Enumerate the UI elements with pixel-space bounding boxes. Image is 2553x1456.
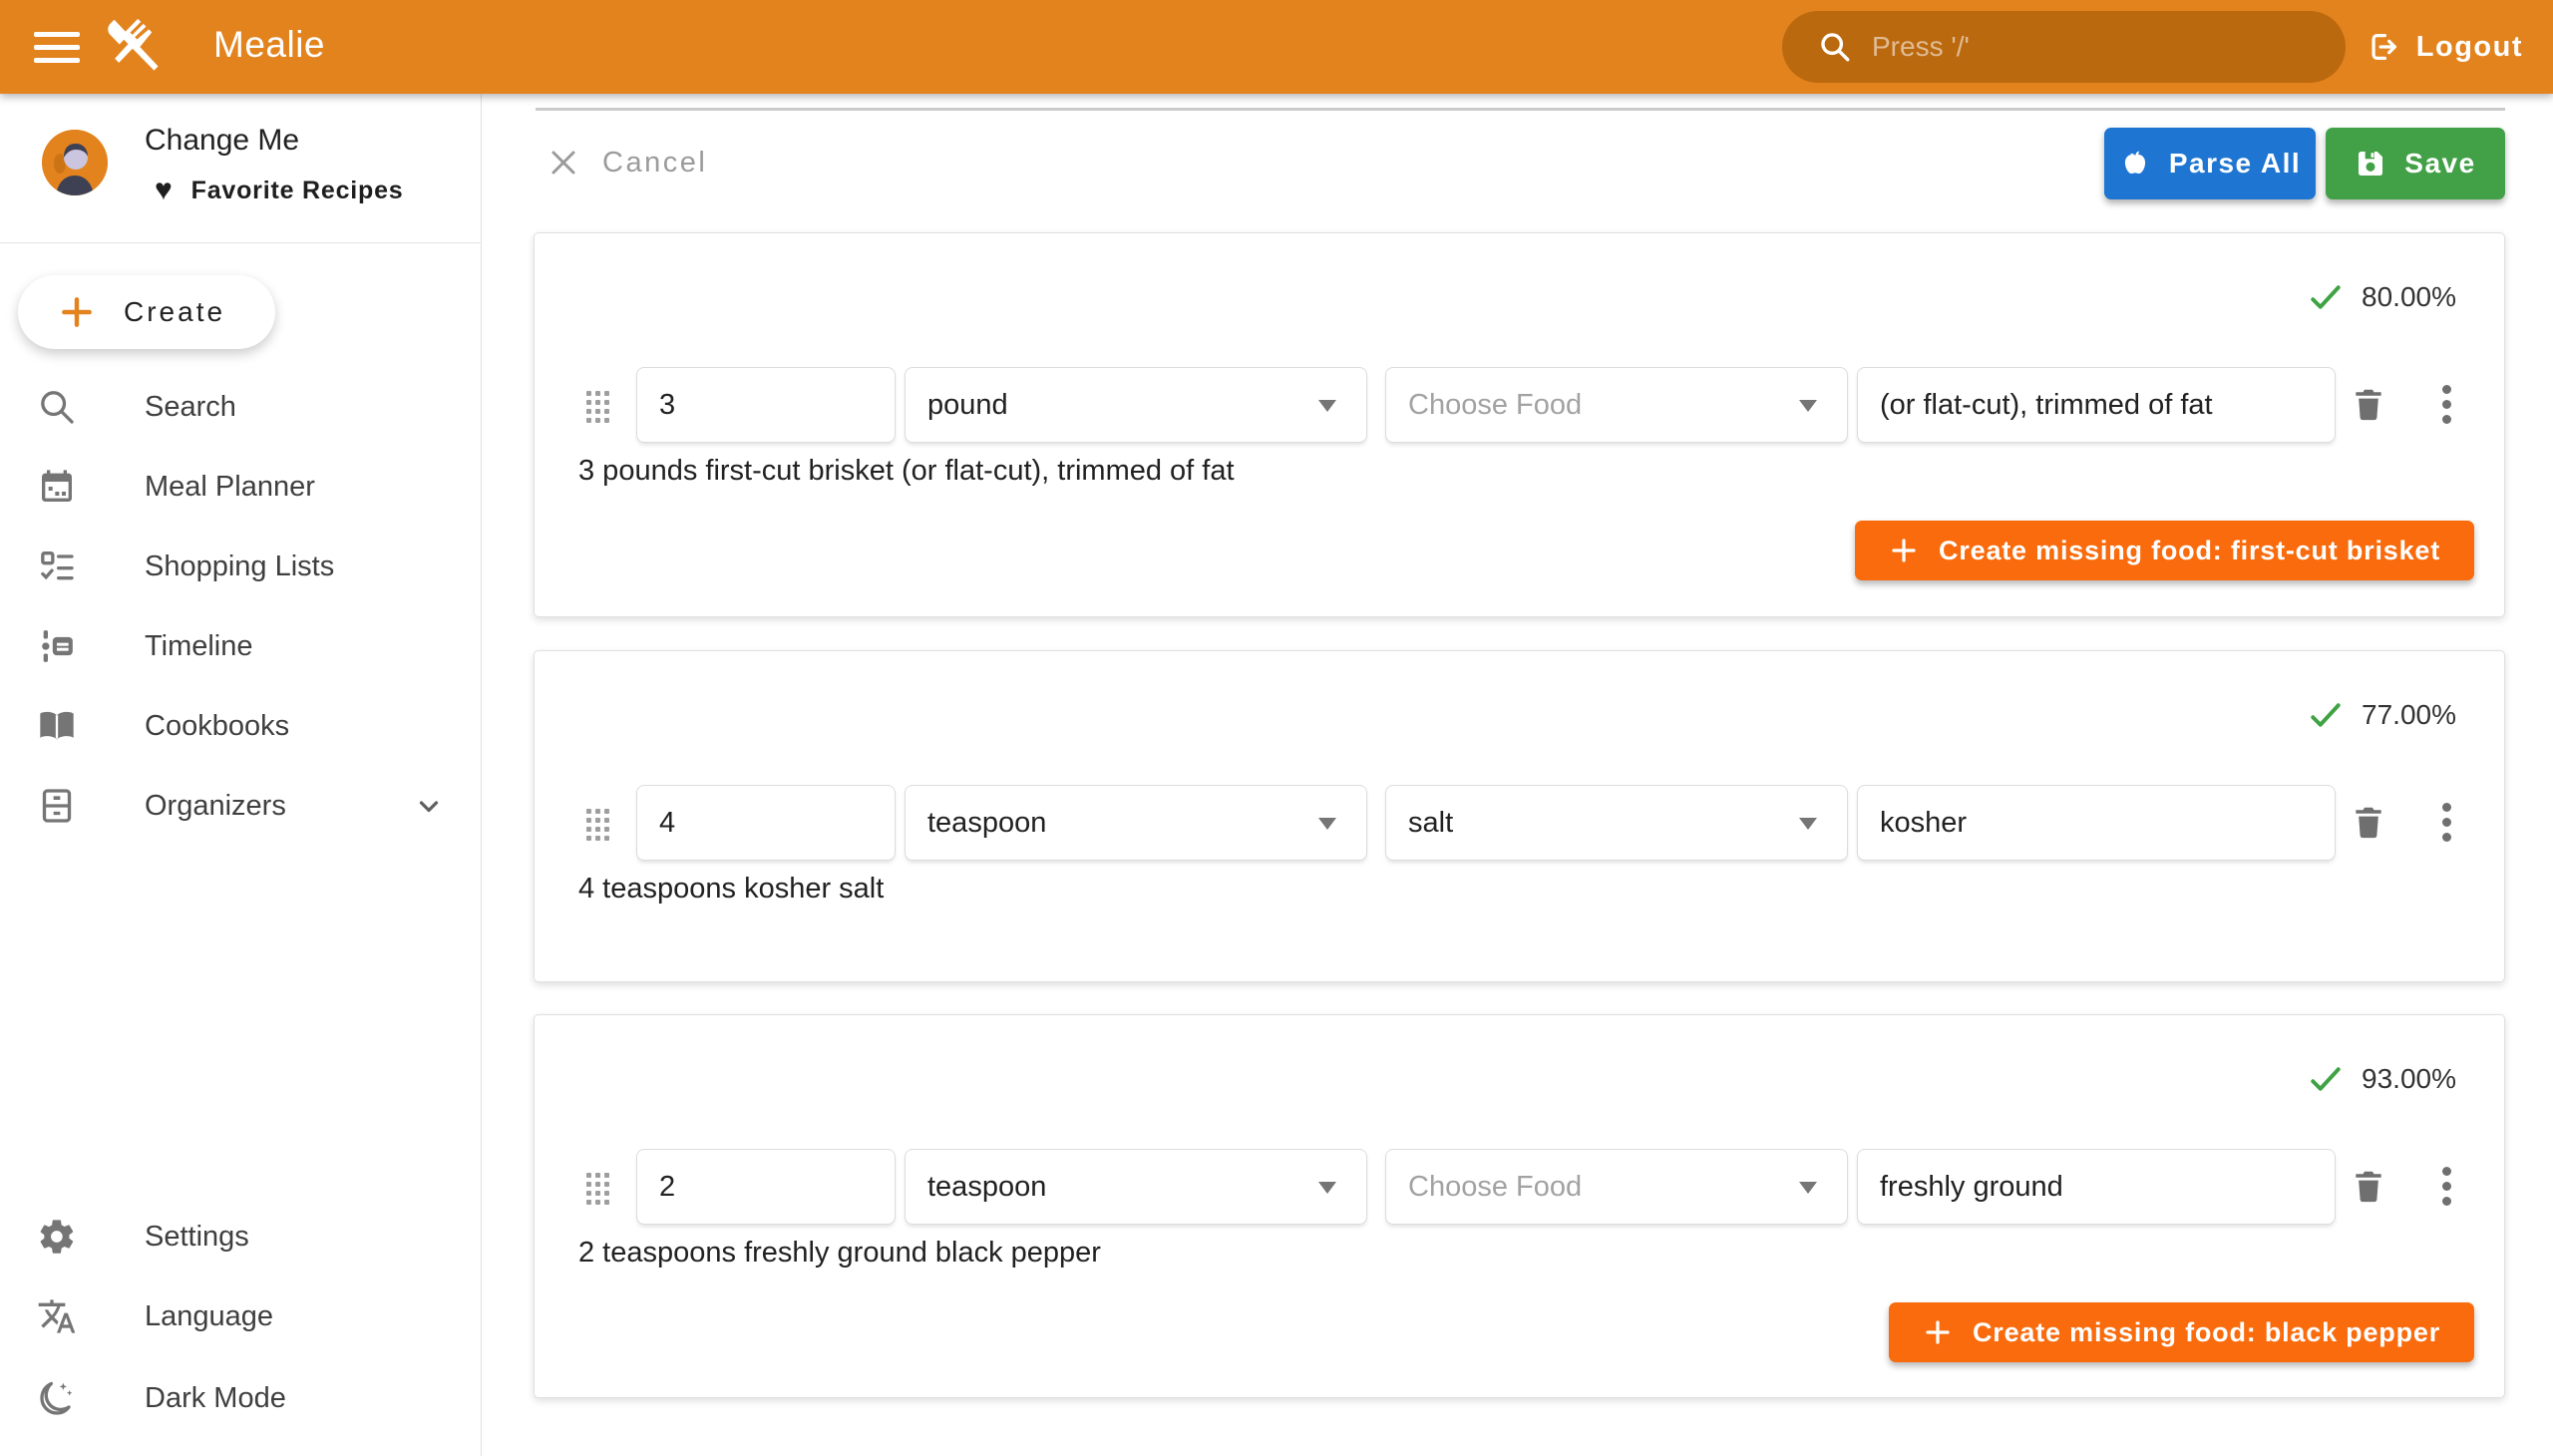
save-label: Save	[2404, 148, 2475, 180]
dropdown-arrow-icon	[1799, 818, 1817, 830]
timeline-icon	[36, 625, 78, 667]
quantity-input[interactable]	[636, 785, 896, 861]
sidebar-divider	[0, 242, 482, 243]
quantity-input[interactable]	[636, 367, 896, 443]
sidebar-item-search[interactable]: Search	[0, 371, 482, 443]
parse-all-label: Parse All	[2169, 148, 2301, 180]
moon-icon	[36, 1377, 78, 1419]
create-missing-food-button[interactable]: Create missing food: first-cut brisket	[1855, 521, 2474, 580]
confidence-value: 80.00%	[2362, 281, 2456, 313]
check-icon	[2308, 697, 2344, 733]
close-icon	[548, 148, 578, 178]
open-book-icon	[36, 705, 78, 747]
dropdown-arrow-icon	[1318, 818, 1336, 830]
mealie-logo-icon[interactable]	[100, 12, 166, 78]
dropdown-arrow-icon	[1318, 1182, 1336, 1194]
sidebar: Change Me ♥ Favorite Recipes Create Sear…	[0, 94, 482, 1456]
translate-icon	[36, 1295, 78, 1337]
cancel-button[interactable]: Cancel	[548, 130, 707, 195]
sidebar-item-organizers[interactable]: Organizers	[0, 770, 482, 842]
food-select[interactable]: Choose Food	[1385, 1149, 1848, 1225]
file-cabinet-icon	[36, 785, 78, 827]
plus-icon	[58, 293, 96, 331]
unit-select[interactable]: pound	[905, 367, 1367, 443]
sidebar-item-timeline[interactable]: Timeline	[0, 610, 482, 682]
dropdown-arrow-icon	[1318, 400, 1336, 412]
favorite-recipes-link[interactable]: ♥ Favorite Recipes	[155, 176, 404, 205]
trash-icon[interactable]	[2350, 803, 2387, 841]
kebab-menu-icon[interactable]	[2431, 799, 2461, 846]
cancel-label: Cancel	[602, 147, 707, 180]
create-missing-food-button[interactable]: Create missing food: black pepper	[1889, 1302, 2474, 1362]
favorite-recipes-label: Favorite Recipes	[191, 177, 404, 205]
drag-handle-icon[interactable]	[586, 391, 611, 423]
ingredient-row: teaspoon salt	[535, 785, 2504, 861]
content-top-divider	[536, 108, 2505, 111]
logout-button[interactable]: Logout	[2367, 0, 2523, 94]
drag-handle-icon[interactable]	[586, 809, 611, 841]
heart-icon: ♥	[155, 176, 174, 205]
search-icon	[36, 386, 78, 428]
dropdown-arrow-icon	[1799, 1182, 1817, 1194]
chevron-down-icon	[411, 788, 447, 824]
sidebar-item-shopping-lists[interactable]: Shopping Lists	[0, 531, 482, 602]
trash-icon[interactable]	[2350, 385, 2387, 423]
note-input[interactable]	[1857, 1149, 2336, 1225]
quantity-input[interactable]	[636, 1149, 896, 1225]
calendar-icon	[36, 466, 78, 508]
user-name: Change Me	[145, 124, 299, 158]
confidence-value: 93.00%	[2362, 1063, 2456, 1095]
food-select[interactable]: Choose Food	[1385, 367, 1848, 443]
confidence-value: 77.00%	[2362, 699, 2456, 731]
apple-icon	[2119, 148, 2151, 180]
parse-all-button[interactable]: Parse All	[2104, 128, 2316, 199]
original-ingredient-text: 2 teaspoons freshly ground black pepper	[578, 1237, 1101, 1270]
sidebar-item-settings[interactable]: Settings	[0, 1201, 482, 1273]
ingredient-card: 93.00% teaspoon Choose Food 2 teaspoons …	[534, 1014, 2505, 1398]
search-icon	[1818, 30, 1852, 64]
logout-icon	[2367, 30, 2400, 64]
check-icon	[2308, 279, 2344, 315]
original-ingredient-text: 4 teaspoons kosher salt	[578, 873, 884, 906]
menu-icon[interactable]	[34, 24, 82, 70]
ingredient-card: 77.00% teaspoon salt 4 teaspoons kosher …	[534, 650, 2505, 982]
kebab-menu-icon[interactable]	[2431, 381, 2461, 428]
unit-select[interactable]: teaspoon	[905, 1149, 1367, 1225]
sidebar-item-dark-mode[interactable]: Dark Mode	[0, 1362, 482, 1434]
logout-label: Logout	[2416, 31, 2523, 64]
ingredient-card: 80.00% pound Choose Food 3 pounds first-…	[534, 232, 2505, 617]
confidence-indicator: 77.00%	[2308, 697, 2456, 733]
gear-icon	[36, 1216, 78, 1258]
note-input[interactable]	[1857, 785, 2336, 861]
kebab-menu-icon[interactable]	[2431, 1163, 2461, 1210]
app-title: Mealie	[213, 24, 325, 66]
confidence-indicator: 93.00%	[2308, 1061, 2456, 1097]
search-placeholder: Press '/'	[1872, 31, 1970, 63]
ingredient-row: pound Choose Food	[535, 367, 2504, 443]
original-ingredient-text: 3 pounds first-cut brisket (or flat-cut)…	[578, 455, 1235, 488]
check-icon	[2308, 1061, 2344, 1097]
search-input[interactable]: Press '/'	[1782, 11, 2346, 83]
confidence-indicator: 80.00%	[2308, 279, 2456, 315]
plus-icon	[1889, 536, 1919, 565]
trash-icon[interactable]	[2350, 1167, 2387, 1205]
plus-icon	[1923, 1317, 1953, 1347]
avatar[interactable]	[42, 130, 108, 195]
ingredient-row: teaspoon Choose Food	[535, 1149, 2504, 1225]
sidebar-item-meal-planner[interactable]: Meal Planner	[0, 451, 482, 523]
create-label: Create	[124, 296, 225, 328]
appbar: Mealie Press '/' Logout	[0, 0, 2553, 94]
checklist-icon	[36, 546, 78, 587]
drag-handle-icon[interactable]	[586, 1173, 611, 1205]
unit-select[interactable]: teaspoon	[905, 785, 1367, 861]
save-button[interactable]: Save	[2326, 128, 2505, 199]
sidebar-item-cookbooks[interactable]: Cookbooks	[0, 690, 482, 762]
save-icon	[2355, 148, 2386, 180]
create-button[interactable]: Create	[18, 275, 275, 349]
dropdown-arrow-icon	[1799, 400, 1817, 412]
food-select[interactable]: salt	[1385, 785, 1848, 861]
main-content: Cancel Parse All Save 80.00% pound Ch	[483, 94, 2553, 1456]
note-input[interactable]	[1857, 367, 2336, 443]
sidebar-item-language[interactable]: Language	[0, 1280, 482, 1352]
